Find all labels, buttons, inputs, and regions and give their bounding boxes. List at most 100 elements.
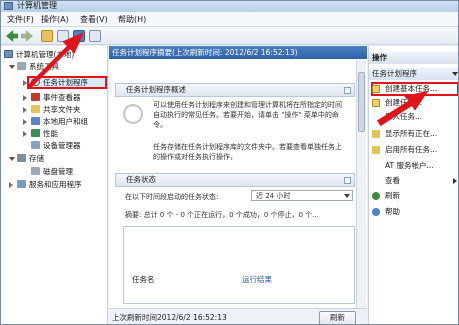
- action-import-task[interactable]: 导入任务...: [369, 111, 458, 123]
- users-icon: [31, 117, 40, 125]
- tree-label-local-users: 本地用户和组: [43, 117, 88, 126]
- event-viewer-icon: [31, 93, 40, 101]
- expand-icon[interactable]: [23, 95, 27, 101]
- action-at-service-account[interactable]: AT 服务帐户...: [369, 160, 458, 172]
- chevron-down-icon: [344, 194, 350, 198]
- tree-label-disk-management: 磁盘管理: [43, 167, 73, 176]
- action-label: 导入任务...: [385, 112, 423, 121]
- refresh-button[interactable]: 刷新: [319, 311, 356, 324]
- expand-icon[interactable]: [23, 131, 27, 137]
- refresh-icon: [372, 192, 380, 200]
- action-label: AT 服务帐户...: [385, 161, 434, 170]
- action-create-task[interactable]: 创建任务...: [369, 97, 458, 109]
- action-label: 查看: [385, 176, 400, 185]
- actions-section-header[interactable]: 任务计划程序: [369, 68, 458, 80]
- overview-title: 任务计划程序概述: [126, 85, 186, 94]
- folder-up-icon[interactable]: [41, 30, 53, 42]
- toolbar: [1, 27, 458, 45]
- navigation-tree: 计算机管理(本地) 系统工具 任务计划程序 事件查看器 共享文件夹 本地用户和组: [1, 46, 108, 324]
- action-label: 刷新: [385, 191, 400, 200]
- overview-text-2: 任务存储在任务计划程序库的文件夹中。若要查看单独任务上的操作或对任务执行操作，: [153, 143, 342, 161]
- column-task-name[interactable]: 任务名: [132, 275, 155, 285]
- enable-tasks-icon: [372, 146, 380, 154]
- action-label: 启用所有任务...: [385, 145, 438, 154]
- tree-label-system-tools: 系统工具: [29, 62, 59, 71]
- status-summary: 摘要: 总计 0 个 - 0 个正在运行，0 个成功，0 个停止，0 个...: [125, 211, 319, 219]
- performance-icon: [31, 129, 40, 137]
- status-section-header[interactable]: 任务状态: [115, 173, 355, 187]
- action-create-basic-task[interactable]: 创建基本任务...: [369, 83, 458, 95]
- device-manager-icon: [31, 141, 40, 149]
- computer-management-icon: [4, 2, 13, 10]
- column-run-result[interactable]: 运行结果: [242, 275, 272, 285]
- action-label: 显示所有正在...: [385, 129, 438, 138]
- overview-text-1: 可以使用任务计划程序来创建和管理计算机将在所指定的时间自动执行的常见任务。若要开…: [153, 101, 342, 129]
- clock-icon: [31, 78, 40, 86]
- last-refresh-text: 上次刷新时间2012/6/2 16:52:13: [112, 313, 227, 322]
- expand-icon[interactable]: [9, 65, 15, 69]
- status-title: 任务状态: [126, 175, 156, 184]
- tree-label-performance: 性能: [43, 129, 58, 138]
- overview-section-header[interactable]: 任务计划程序概述: [115, 83, 355, 97]
- tree-label-event-viewer: 事件查看器: [43, 93, 81, 102]
- tree-label-shared-folders: 共享文件夹: [43, 105, 81, 114]
- computer-management-window: 计算机管理 文件(F) 操作(A) 查看(V) 帮助(H) 计算机管理(本地) …: [0, 0, 459, 325]
- overview-section-body: 可以使用任务计划程序来创建和管理计算机将在所指定的时间自动执行的常见任务。若要开…: [115, 98, 355, 168]
- actions-header: 操作: [369, 52, 458, 64]
- menu-bar: 文件(F) 操作(A) 查看(V) 帮助(H): [1, 12, 458, 27]
- action-refresh[interactable]: 刷新: [369, 190, 458, 202]
- expand-icon[interactable]: [23, 107, 27, 113]
- tree-label-device-manager: 设备管理器: [43, 141, 81, 150]
- shared-folder-icon: [31, 105, 40, 113]
- scrollbar-thumb[interactable]: [358, 72, 365, 132]
- action-help[interactable]: 帮助: [369, 206, 458, 218]
- disk-icon: [31, 167, 40, 175]
- menu-file[interactable]: 文件(F): [7, 14, 34, 25]
- time-range-value: 近 24 小时: [256, 192, 291, 200]
- action-show-running-tasks[interactable]: 显示所有正在...: [369, 128, 458, 140]
- services-icon: [17, 180, 26, 188]
- action-label: 创建基本任务...: [385, 84, 438, 93]
- running-tasks-icon: [372, 130, 380, 138]
- action-enable-all-tasks[interactable]: 启用所有任务...: [369, 144, 458, 156]
- task-scheduler-clock-icon: [123, 104, 143, 124]
- expand-icon[interactable]: [23, 119, 27, 125]
- status-label: 在以下时间段启动的任务状态:: [125, 193, 219, 201]
- menu-help[interactable]: 帮助(H): [118, 14, 146, 25]
- submenu-arrow-icon: [453, 178, 457, 184]
- collapse-icon[interactable]: [344, 87, 351, 94]
- collapse-icon[interactable]: [344, 177, 351, 184]
- computer-icon: [4, 50, 13, 58]
- task-status-table: 任务名 运行结果: [123, 226, 355, 304]
- time-range-dropdown[interactable]: 近 24 小时: [251, 190, 353, 201]
- menu-view[interactable]: 查看(V): [80, 14, 108, 25]
- expand-icon[interactable]: [23, 80, 27, 86]
- action-label: 帮助: [385, 207, 400, 216]
- pane-header: 任务计划程序摘要(上次刷新时间: 2012/6/2 16:52:13): [109, 46, 367, 59]
- back-icon[interactable]: [6, 30, 18, 42]
- vertical-scrollbar[interactable]: [356, 60, 366, 308]
- tree-label-task-scheduler: 任务计划程序: [43, 78, 88, 87]
- properties-icon[interactable]: [89, 30, 101, 42]
- main-pane: 任务计划程序摘要(上次刷新时间: 2012/6/2 16:52:13) 任务计划…: [109, 46, 367, 324]
- title-bar[interactable]: 计算机管理: [1, 1, 458, 12]
- collapse-icon[interactable]: [452, 72, 458, 76]
- action-label: 创建任务...: [385, 98, 423, 107]
- pane-footer: 上次刷新时间2012/6/2 16:52:13 刷新: [109, 308, 367, 324]
- actions-section-title: 任务计划程序: [372, 69, 417, 78]
- tree-label-storage: 存储: [29, 154, 44, 163]
- menu-action[interactable]: 操作(A): [41, 14, 69, 25]
- create-basic-task-icon: [372, 85, 380, 93]
- expand-icon[interactable]: [9, 157, 15, 161]
- window-title: 计算机管理: [17, 1, 57, 10]
- tree-label-root: 计算机管理(本地): [16, 50, 75, 59]
- forward-icon[interactable]: [21, 30, 33, 42]
- create-task-icon: [372, 99, 380, 107]
- help-icon: [372, 208, 380, 216]
- status-section-body: 在以下时间段启动的任务状态: 近 24 小时 摘要: 总计 0 个 - 0 个正…: [115, 188, 355, 306]
- expand-icon[interactable]: [9, 182, 13, 188]
- help-icon[interactable]: [73, 30, 85, 42]
- action-view[interactable]: 查看: [369, 175, 458, 187]
- tree-label-services-apps: 服务和应用程序: [29, 180, 82, 189]
- show-hide-tree-icon[interactable]: [57, 30, 69, 42]
